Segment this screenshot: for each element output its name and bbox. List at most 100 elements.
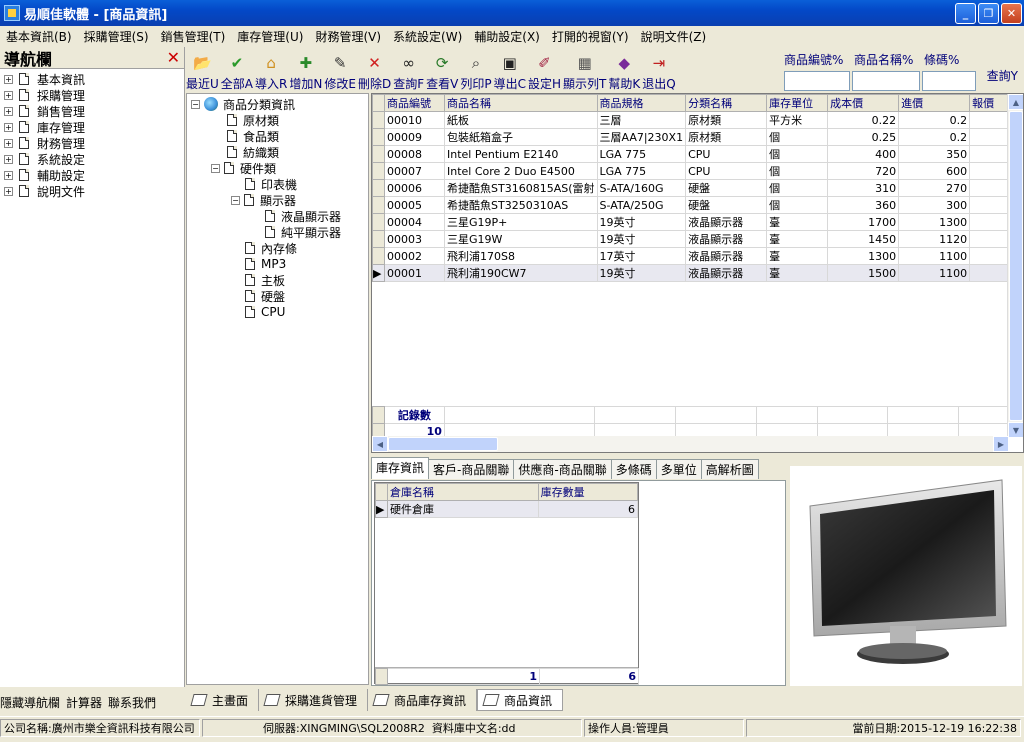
tree-node[interactable]: 液晶顯示器 xyxy=(265,208,341,224)
tree-node[interactable]: − 硬件類 xyxy=(211,160,276,176)
horizontal-scrollbar[interactable]: ◀ ▶ xyxy=(372,436,1009,452)
hide-nav-link[interactable]: 隱藏導航欄 xyxy=(0,694,60,711)
vertical-scrollbar[interactable]: ▲ ▼ xyxy=(1007,94,1023,438)
tree-node[interactable]: − 顯示器 xyxy=(231,192,296,208)
tree-node[interactable]: 硬盤 xyxy=(245,288,285,304)
nav-item-auxiliary[interactable]: + 輔助設定 xyxy=(0,167,184,183)
calculator-link[interactable]: 計算器 xyxy=(66,694,102,711)
settings-button[interactable]: ✐ 設定H xyxy=(528,47,561,91)
column-header[interactable]: 商品編號 xyxy=(384,94,445,112)
tab-stock[interactable]: 庫存資訊 xyxy=(371,457,430,479)
collapse-icon[interactable]: − xyxy=(211,163,220,173)
tab-barcodes[interactable]: 多條碼 xyxy=(610,459,657,479)
table-row[interactable]: 00010 紙板 三層 原材類 平方米 0.22 0.2 xyxy=(372,111,1021,129)
nav-close-icon[interactable]: ✕ xyxy=(167,48,180,67)
tab-supplier[interactable]: 供應商-商品關聯 xyxy=(513,459,612,479)
restore-button[interactable]: ❐ xyxy=(978,3,999,24)
tree-node[interactable]: 印表機 xyxy=(245,176,297,192)
expand-icon[interactable]: + xyxy=(4,122,13,132)
menu-windows[interactable]: 打開的視窗(Y) xyxy=(546,28,635,45)
column-header[interactable]: 商品規格 xyxy=(596,94,687,112)
search-code-input[interactable] xyxy=(784,71,850,91)
vertical-scroll-thumb[interactable] xyxy=(1009,111,1023,421)
scroll-right-icon[interactable]: ▶ xyxy=(993,436,1009,452)
column-header[interactable]: 庫存單位 xyxy=(766,94,829,112)
menu-finance[interactable]: 財務管理(V) xyxy=(309,28,387,45)
import-button[interactable]: ⌂ 導入R xyxy=(255,47,287,91)
table-row[interactable]: 00008 Intel Pentium E2140 LGA 775 CPU 個 400 35… xyxy=(372,145,1021,163)
window-tab-stock[interactable]: 商品庫存資訊 xyxy=(368,689,478,711)
scroll-up-icon[interactable]: ▲ xyxy=(1008,94,1023,110)
table-row[interactable]: 00006 希捷酷魚ST3160815AS(雷射 S-ATA/160G 硬盤個 310 2… xyxy=(372,179,1021,197)
column-header[interactable]: 分類名稱 xyxy=(685,94,768,112)
all-button[interactable]: ✔ 全部A xyxy=(221,47,253,91)
tab-image[interactable]: 高解析圖 xyxy=(700,459,759,479)
column-header[interactable]: 進價 xyxy=(898,94,971,112)
expand-icon[interactable]: + xyxy=(4,154,13,164)
tree-node[interactable]: 內存條 xyxy=(245,240,297,256)
table-row[interactable]: 00003三星G19W19英寸液晶顯示器臺145011201 xyxy=(372,230,1021,248)
stock-col-qty[interactable]: 庫存數量 xyxy=(537,483,639,501)
expand-icon[interactable]: + xyxy=(4,74,13,84)
collapse-icon[interactable]: − xyxy=(191,99,200,109)
expand-icon[interactable]: + xyxy=(4,90,13,100)
nav-item-system[interactable]: + 系統設定 xyxy=(0,151,184,167)
tree-node[interactable]: 紡織類 xyxy=(227,144,279,160)
scroll-left-icon[interactable]: ◀ xyxy=(372,436,388,452)
tree-node[interactable]: 原材類 xyxy=(227,112,279,128)
export-button[interactable]: ▣ 導出C xyxy=(494,47,526,91)
menu-auxiliary[interactable]: 輔助設定(X) xyxy=(468,28,546,45)
nav-item-help[interactable]: + 說明文件 xyxy=(0,183,184,199)
nav-item-basic[interactable]: + 基本資訊 xyxy=(0,71,184,87)
menu-system[interactable]: 系統設定(W) xyxy=(387,28,468,45)
query-button[interactable]: ∞ 查詢F xyxy=(393,47,424,91)
table-row[interactable]: ▶ 硬件倉庫 6 xyxy=(375,500,639,518)
tree-root[interactable]: − 商品分類資訊 xyxy=(191,96,295,112)
tree-node[interactable]: CPU xyxy=(245,304,285,320)
print-button[interactable]: ⌕ 列印P xyxy=(460,47,491,91)
edit-button[interactable]: ✎ 修改E xyxy=(324,47,356,91)
nav-item-sales[interactable]: + 銷售管理 xyxy=(0,103,184,119)
stock-col-warehouse[interactable]: 倉庫名稱 xyxy=(386,483,539,501)
tree-node[interactable]: MP3 xyxy=(245,256,286,272)
tab-units[interactable]: 多單位 xyxy=(655,459,702,479)
table-row[interactable]: 00007 Intel Core 2 Duo E4500 LGA 775 CPU 個 72… xyxy=(372,162,1021,180)
delete-button[interactable]: ✕ 刪除D xyxy=(358,47,391,91)
menu-help[interactable]: 說明文件(Z) xyxy=(635,28,713,45)
nav-item-inventory[interactable]: + 庫存管理 xyxy=(0,119,184,135)
help-button[interactable]: ◆ 幫助K xyxy=(608,47,640,91)
expand-icon[interactable]: + xyxy=(4,186,13,196)
tab-customer[interactable]: 客戶-商品關聯 xyxy=(428,459,515,479)
recent-button[interactable]: 📂 最近U xyxy=(186,47,219,91)
add-button[interactable]: ✚ 增加N xyxy=(289,47,322,91)
table-row[interactable]: 00002飛利浦170S817英寸液晶顯示器臺130011001 xyxy=(372,247,1021,265)
nav-item-finance[interactable]: + 財務管理 xyxy=(0,135,184,151)
menu-sales[interactable]: 銷售管理(T) xyxy=(155,28,232,45)
close-button[interactable]: ✕ xyxy=(1001,3,1022,24)
menu-basic[interactable]: 基本資訊(B) xyxy=(0,28,78,45)
tree-node[interactable]: 食品類 xyxy=(227,128,279,144)
search-name-input[interactable] xyxy=(852,71,920,91)
window-tab-purchase[interactable]: 採購進貨管理 xyxy=(259,689,369,711)
table-row[interactable]: ▶00001飛利浦190CW719英寸液晶顯示器臺150011002 xyxy=(372,264,1021,282)
column-header[interactable]: 成本價 xyxy=(827,94,900,112)
column-header[interactable]: 商品名稱 xyxy=(444,94,598,112)
nav-item-purchase[interactable]: + 採購管理 xyxy=(0,87,184,103)
contact-link[interactable]: 聯系我們 xyxy=(108,694,156,711)
tree-node[interactable]: 純平顯示器 xyxy=(265,224,341,240)
view-button[interactable]: ⟳ 查看V xyxy=(426,47,458,91)
columns-button[interactable]: ▦ 顯示列T xyxy=(563,47,606,91)
tree-node[interactable]: 主板 xyxy=(245,272,285,288)
menu-purchase[interactable]: 採購管理(S) xyxy=(78,28,155,45)
menu-inventory[interactable]: 庫存管理(U) xyxy=(231,28,309,45)
window-tab-home[interactable]: 主畫面 xyxy=(186,689,260,711)
table-row[interactable]: 00004三星G19P+19英寸液晶顯示器臺170013002 xyxy=(372,213,1021,231)
table-row[interactable]: 00005 希捷酷魚ST3250310AS S-ATA/250G 硬盤個 360 300 xyxy=(372,196,1021,214)
collapse-icon[interactable]: − xyxy=(231,195,240,205)
window-tab-product[interactable]: 商品資訊 xyxy=(477,689,564,711)
expand-icon[interactable]: + xyxy=(4,170,13,180)
expand-icon[interactable]: + xyxy=(4,106,13,116)
search-button[interactable]: 查詢Y xyxy=(987,67,1018,84)
table-row[interactable]: 00009 包裝紙箱盒子 三層AA7|230X1 原材類個 0.25 0.2 xyxy=(372,128,1021,146)
expand-icon[interactable]: + xyxy=(4,138,13,148)
